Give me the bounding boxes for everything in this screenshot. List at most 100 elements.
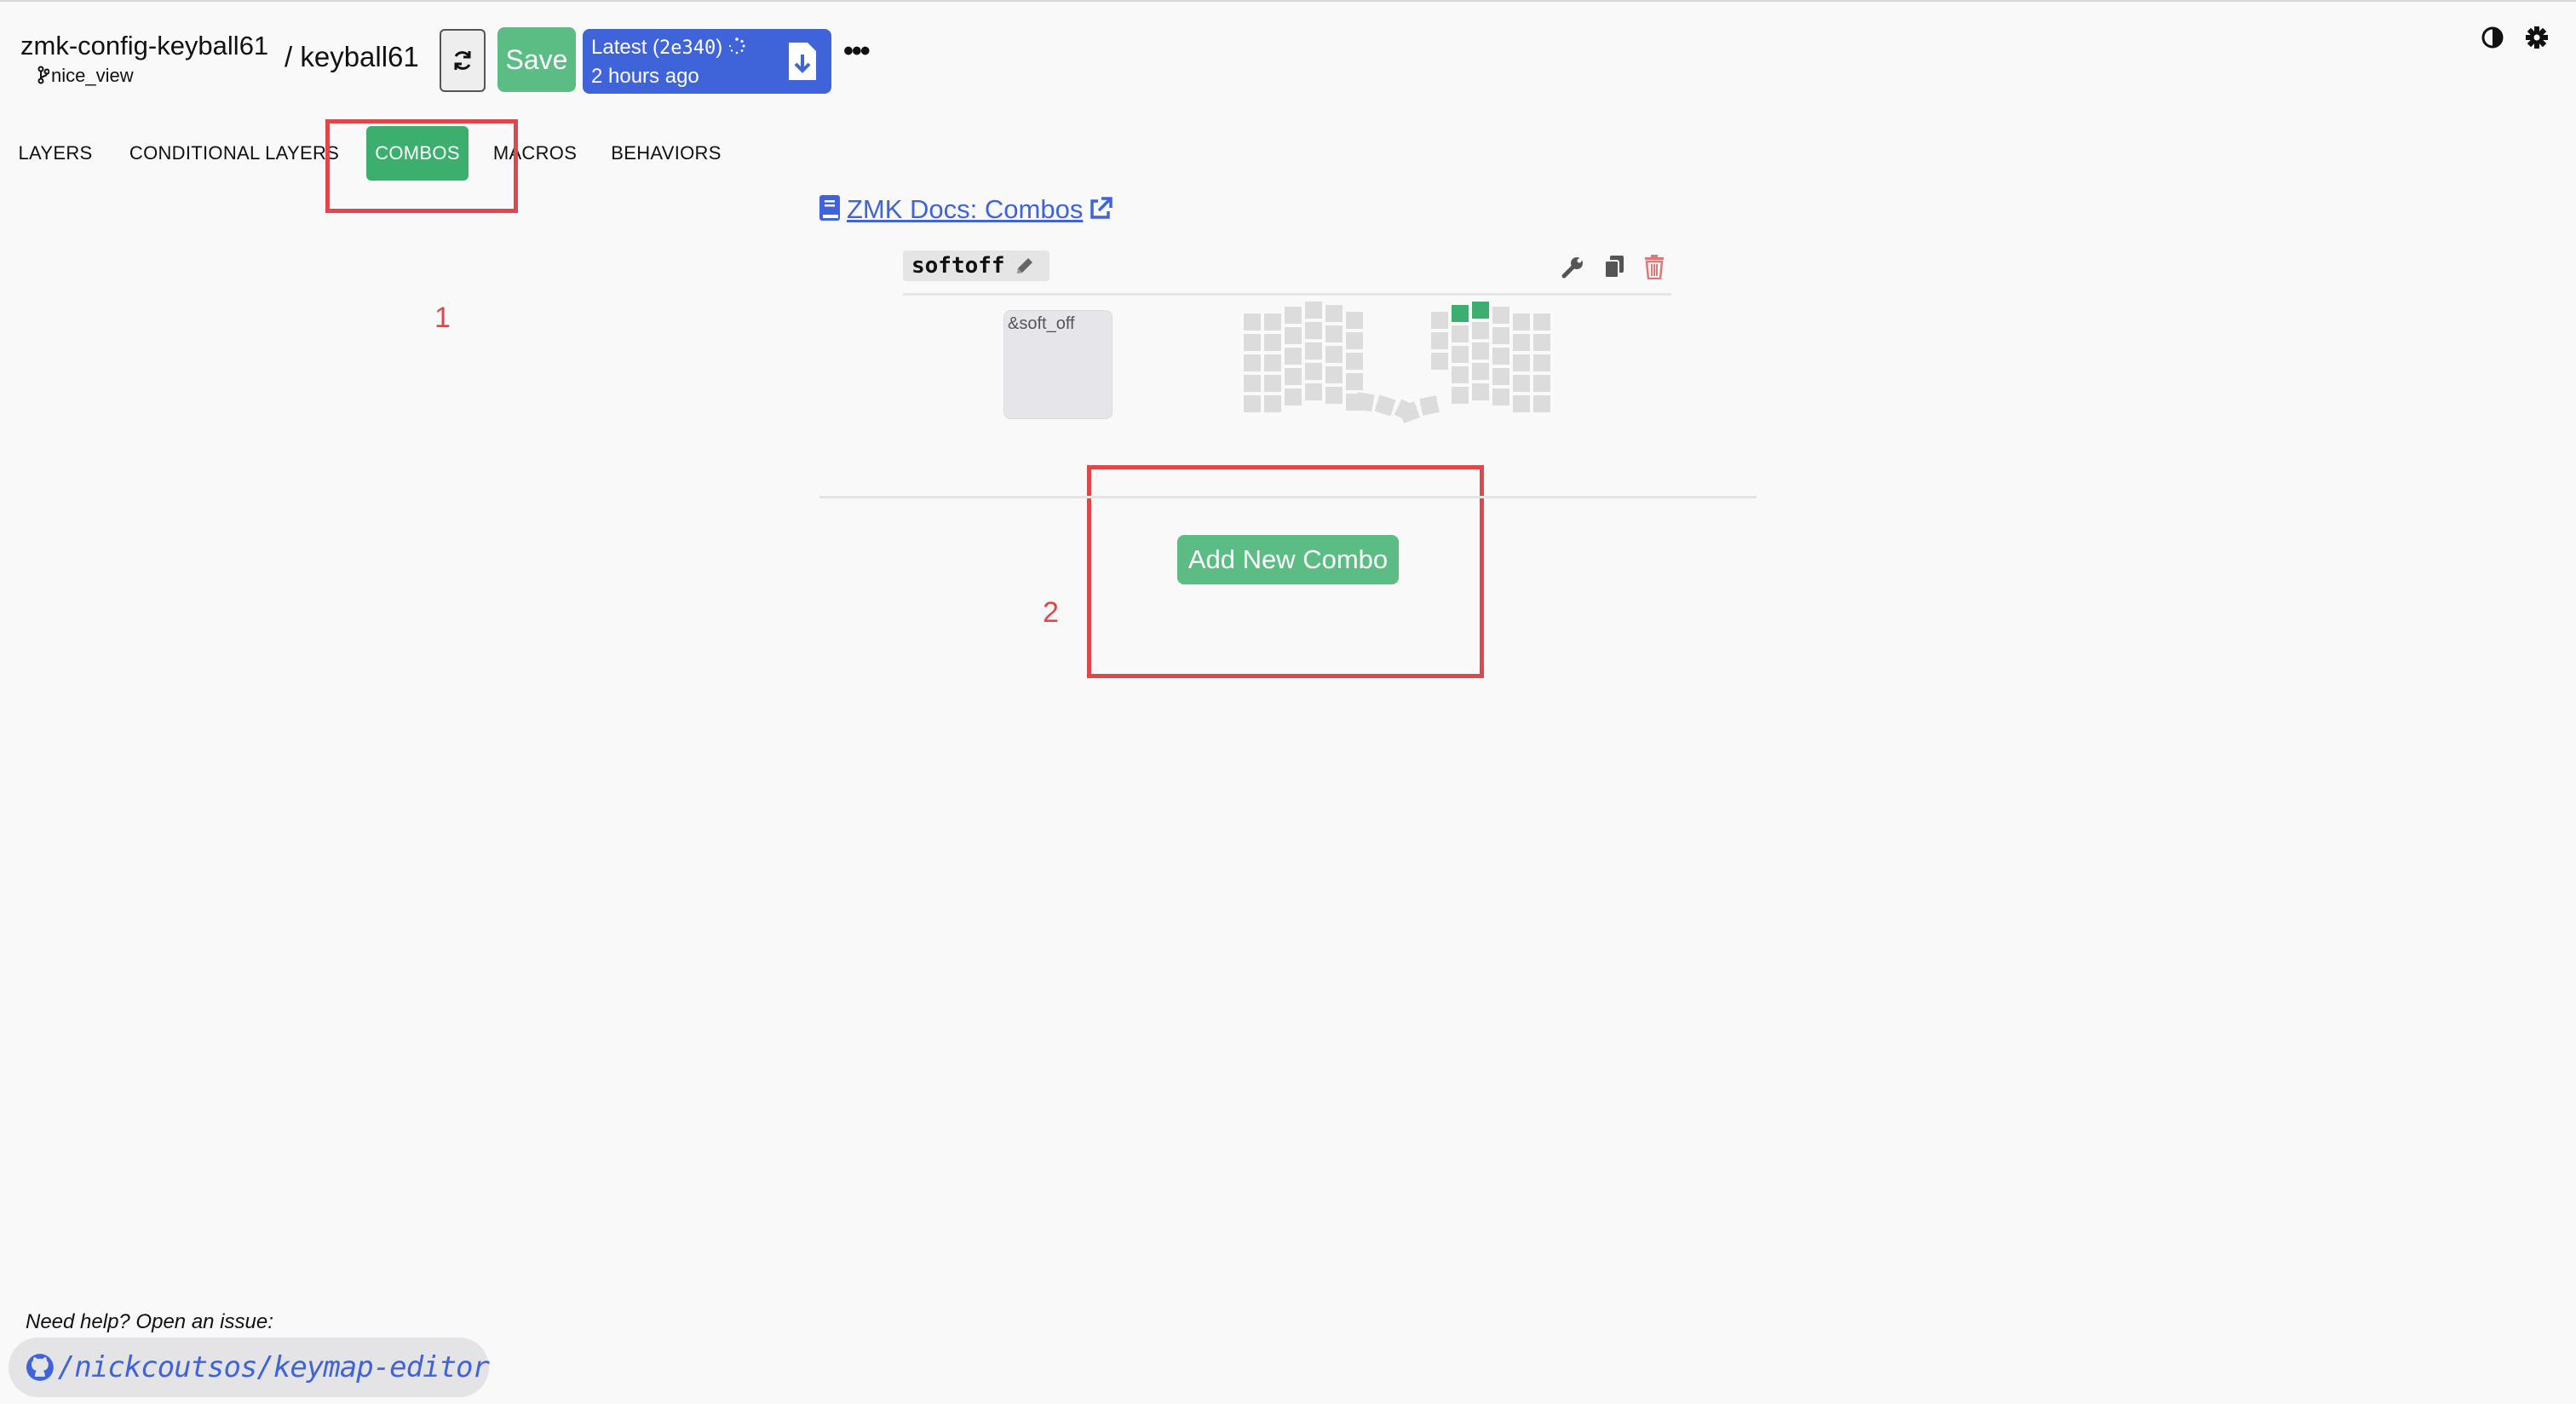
keyboard-key <box>1264 375 1281 392</box>
keyboard-key <box>1513 334 1530 351</box>
keyboard-key <box>1305 342 1322 360</box>
keyboard-key <box>1305 363 1322 380</box>
keyboard-key <box>1325 366 1343 383</box>
keyboard-key <box>1244 314 1261 331</box>
keyboard-key <box>1452 387 1469 404</box>
keyboard-key <box>1533 375 1550 392</box>
combo-name-text: softoff <box>911 253 1005 279</box>
spinner-icon <box>727 37 746 61</box>
annotation-number-1: 1 <box>434 302 451 334</box>
github-repo-link-text: /nickcoutsos/keymap-editor <box>57 1350 490 1384</box>
keyboard-key <box>1492 368 1509 385</box>
repo-name[interactable]: zmk-config-keyball61 <box>20 31 268 61</box>
keyboard-key <box>1513 375 1530 392</box>
docs-link[interactable]: ZMK Docs: Combos <box>818 194 1113 225</box>
release-status[interactable]: Latest (2e340) 2 hours ago <box>583 29 831 94</box>
release-close: ) <box>716 36 723 59</box>
keyboard-key <box>1285 307 1302 324</box>
keyboard-key <box>1533 314 1550 331</box>
gear-icon[interactable] <box>2525 26 2549 54</box>
copy-icon[interactable] <box>1601 254 1627 279</box>
keyboard-key <box>1305 322 1322 339</box>
keyboard-key <box>1285 368 1302 385</box>
keyboard-key <box>1325 325 1343 342</box>
wrench-icon[interactable] <box>1561 254 1586 279</box>
branch-name: nice_view <box>51 65 134 86</box>
keyboard-key <box>1244 354 1261 371</box>
divider <box>819 496 1757 498</box>
keyboard-key <box>1264 395 1281 412</box>
keyboard-key <box>1492 327 1509 344</box>
keyboard-key <box>1513 395 1530 412</box>
reload-button[interactable] <box>440 29 486 92</box>
release-label: Latest ( <box>591 36 660 59</box>
keyboard-key <box>1431 353 1448 370</box>
keyboard-key <box>1264 334 1281 351</box>
keyboard-key <box>1244 375 1261 392</box>
tab-conditional-layers[interactable]: CONDITIONAL LAYERS <box>119 126 349 181</box>
add-new-combo-button[interactable]: Add New Combo <box>1177 535 1399 584</box>
keyboard-key <box>1305 302 1322 319</box>
release-commit: 2e340 <box>659 37 716 59</box>
keyboard-key <box>1285 348 1302 365</box>
keyboard-key <box>1346 373 1363 390</box>
combo-key-highlighted <box>1472 302 1489 319</box>
keyboard-name: / keyball61 <box>285 41 419 72</box>
keyboard-key <box>1244 395 1261 412</box>
keyboard-layout-diagram <box>1244 302 1550 423</box>
keyboard-key <box>1492 307 1509 324</box>
combo-header: softoff <box>903 250 1671 296</box>
keyboard-key <box>1346 332 1363 349</box>
keyboard-key <box>1472 342 1489 360</box>
more-menu-button[interactable]: ••• <box>843 37 871 66</box>
combo-actions <box>1561 254 1666 279</box>
top-border <box>0 0 2576 2</box>
keyboard-key <box>1513 354 1530 371</box>
combo-key-highlighted <box>1452 305 1469 322</box>
keyboard-key <box>1452 346 1469 363</box>
github-repo-link[interactable]: /nickcoutsos/keymap-editor <box>9 1338 490 1397</box>
annotation-number-2: 2 <box>1043 596 1059 629</box>
keyboard-key <box>1533 354 1550 371</box>
keyboard-key <box>1472 383 1489 400</box>
keyboard-key <box>1325 305 1343 322</box>
keyboard-key <box>1244 334 1261 351</box>
keyboard-key <box>1533 334 1550 351</box>
keyboard-key <box>1346 312 1363 329</box>
combo-name[interactable]: softoff <box>903 250 1049 281</box>
binding-label: &soft_off <box>1008 314 1075 333</box>
pencil-icon[interactable] <box>1014 255 1036 277</box>
refresh-icon <box>454 51 471 70</box>
keyboard-key <box>1492 388 1509 406</box>
keyboard-key <box>1472 322 1489 339</box>
keyboard-key <box>1472 363 1489 380</box>
file-download-icon[interactable] <box>787 41 818 86</box>
help-text: Need help? Open an issue: <box>26 1310 273 1333</box>
keyboard-key <box>1419 395 1440 416</box>
keyboard-key <box>1431 332 1448 349</box>
keyboard-key <box>1305 383 1322 400</box>
trash-icon[interactable] <box>1642 254 1666 279</box>
keyboard-key <box>1325 346 1343 363</box>
github-icon <box>26 1354 54 1381</box>
keyboard-key <box>1285 388 1302 406</box>
book-icon <box>819 195 840 221</box>
keyboard-key <box>1264 354 1281 371</box>
keyboard-key <box>1374 394 1396 417</box>
branch-selector[interactable]: nice_view <box>37 65 134 87</box>
annotation-box-1 <box>325 119 518 213</box>
keyboard-key <box>1513 314 1530 331</box>
tab-behaviors[interactable]: BEHAVIORS <box>605 126 727 181</box>
tab-layers[interactable]: LAYERS <box>9 126 102 181</box>
keyboard-key <box>1354 392 1375 412</box>
combo-binding-key[interactable]: &soft_off <box>1003 310 1113 419</box>
keyboard-key <box>1452 366 1469 383</box>
docs-link-text: ZMK Docs: Combos <box>847 194 1084 224</box>
keyboard-key <box>1533 395 1550 412</box>
external-link-icon <box>1090 197 1113 219</box>
keyboard-key <box>1325 387 1343 404</box>
save-button[interactable]: Save <box>497 27 576 92</box>
keyboard-key <box>1346 353 1363 370</box>
keyboard-key <box>1431 312 1448 329</box>
theme-toggle-icon[interactable] <box>2481 26 2504 54</box>
